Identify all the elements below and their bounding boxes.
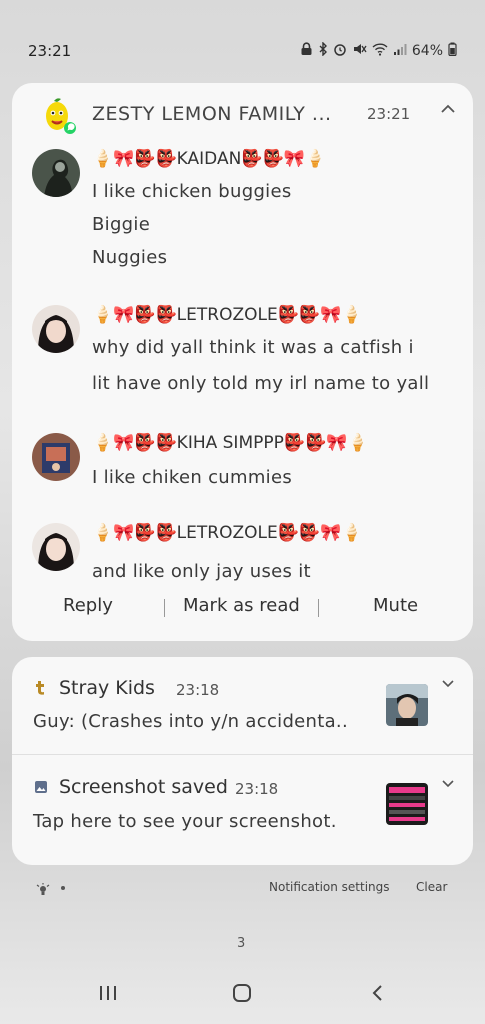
mute-button[interactable]: Mute [373, 595, 418, 616]
group-title: ZESTY LEMON FAMILY ... [92, 103, 332, 125]
message-sender: 🍦🎀👺👺LETROZOLE👺👺🎀🍦 [92, 523, 363, 543]
divider [164, 599, 165, 617]
home-icon[interactable] [232, 983, 252, 1007]
signal-icon [393, 42, 407, 60]
bluetooth-icon [318, 41, 328, 60]
notification-thumbnail [386, 783, 428, 825]
whatsapp-lemon-icon [38, 96, 78, 136]
message-sender: 🍦🎀👺👺LETROZOLE👺👺🎀🍦 [92, 305, 363, 325]
lightbulb-icon [36, 882, 50, 901]
wifi-icon [372, 42, 388, 60]
message-text: and like only jay uses it [92, 561, 311, 582]
lock-icon [300, 42, 313, 60]
gallery-icon [34, 779, 48, 798]
avatar [32, 305, 80, 353]
status-icons: 64% [300, 41, 457, 60]
notification-title: Stray Kids [59, 677, 155, 699]
avatar [32, 433, 80, 481]
recents-icon[interactable] [98, 983, 118, 1007]
message-sender: 🍦🎀👺👺KIHA SIMPPP👺👺🎀🍦 [92, 433, 369, 453]
message-text: lit have only told my irl name to yall [92, 373, 430, 394]
avatar [32, 149, 80, 197]
notification-actions: Reply Mark as read Mute [12, 595, 473, 625]
message-sender: 🍦🎀👺👺KAIDAN👺👺🎀🍦 [92, 149, 326, 169]
chevron-up-icon[interactable] [438, 99, 458, 119]
battery-text: 64% [411, 43, 443, 59]
message-item: 🍦🎀👺👺KIHA SIMPPP👺👺🎀🍦 I like chiken cummie… [32, 433, 462, 503]
message-text: I like chicken buggies [92, 181, 292, 202]
message-text: why did yall think it was a catfish i [92, 337, 414, 358]
notification-thumbnail [386, 684, 428, 726]
chevron-down-icon[interactable] [440, 775, 456, 791]
group-chat-notification[interactable]: ZESTY LEMON FAMILY ... 23:21 🍦🎀👺👺KAIDAN👺… [12, 83, 473, 641]
notification-time: 23:21 [367, 105, 411, 123]
notification-text: Tap here to see your screenshot. [33, 811, 337, 832]
screenshot-notification[interactable]: Screenshot saved 23:18 Tap here to see y… [12, 755, 473, 865]
message-text: Nuggies [92, 247, 168, 268]
status-time: 23:21 [28, 42, 72, 60]
notification-time: 23:18 [235, 780, 279, 798]
chevron-down-icon[interactable] [440, 675, 456, 691]
reply-button[interactable]: Reply [63, 595, 113, 616]
navigation-bar [0, 975, 485, 1015]
notification-time: 23:18 [176, 681, 220, 699]
dot-icon [61, 886, 65, 890]
page-indicator: 3 [237, 936, 246, 951]
divider [318, 599, 319, 617]
mute-icon [352, 42, 367, 60]
tumblr-icon [34, 679, 48, 699]
notification-settings-link[interactable]: Notification settings [269, 880, 390, 894]
avatar [32, 523, 80, 571]
stray-kids-notification[interactable]: Stray Kids 23:18 Guy: (Crashes into y/n … [12, 657, 473, 754]
notification-footer: Notification settings Clear [0, 874, 485, 904]
back-icon[interactable] [370, 983, 386, 1007]
message-text: Biggie [92, 214, 151, 235]
notification-text: Guy: (Crashes into y/n accidenta.. [33, 711, 348, 732]
message-text: I like chiken cummies [92, 467, 293, 488]
clear-button[interactable]: Clear [416, 880, 447, 894]
notification-group-card: Stray Kids 23:18 Guy: (Crashes into y/n … [12, 657, 473, 865]
message-item: 🍦🎀👺👺KAIDAN👺👺🎀🍦 I like chicken buggies Bi… [32, 149, 462, 279]
message-item: 🍦🎀👺👺LETROZOLE👺👺🎀🍦 why did yall think it … [32, 305, 462, 405]
battery-icon [448, 42, 457, 60]
notification-title: Screenshot saved [59, 776, 228, 798]
mark-as-read-button[interactable]: Mark as read [183, 595, 300, 616]
alarm-icon [333, 42, 347, 60]
message-item: 🍦🎀👺👺LETROZOLE👺👺🎀🍦 and like only jay uses… [32, 523, 462, 593]
